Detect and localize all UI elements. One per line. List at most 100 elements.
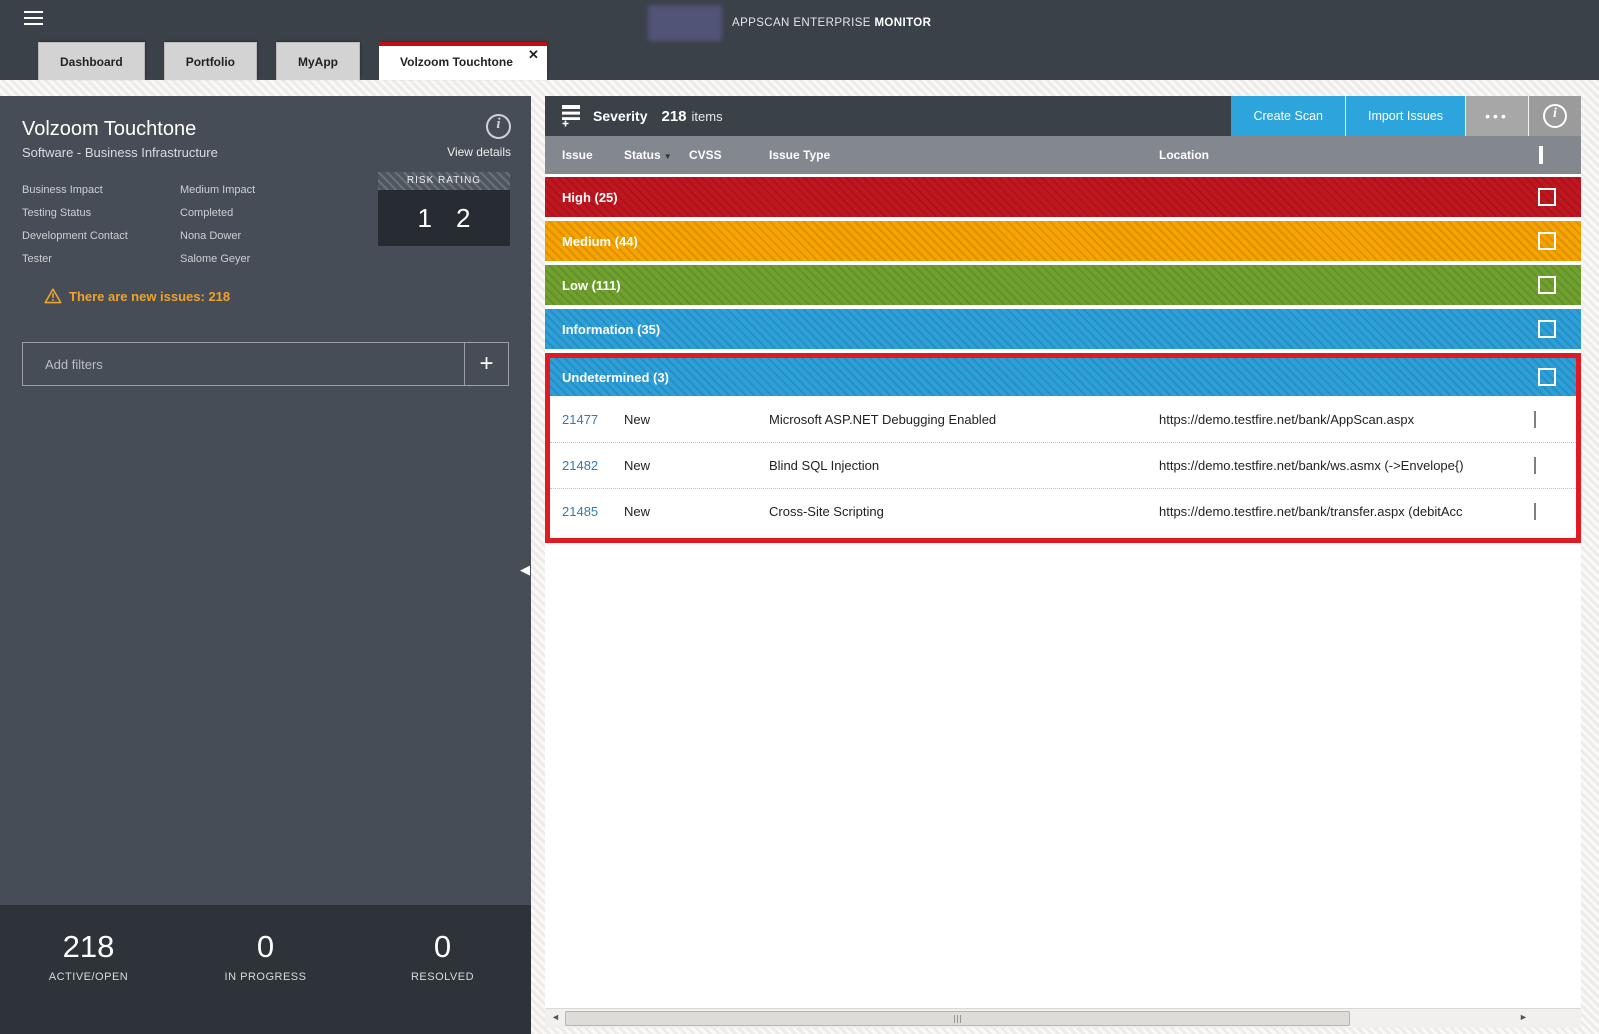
issue-row[interactable]: 21485 New Cross-Site Scripting https://d… bbox=[550, 488, 1576, 534]
field-label: Business Impact bbox=[22, 184, 180, 196]
risk-rating: RISK RATING 1 2 bbox=[378, 172, 510, 246]
info-icon[interactable]: i bbox=[486, 114, 511, 139]
application-subtitle: Software - Business Infrastructure bbox=[22, 145, 218, 160]
severity-view-icon bbox=[561, 105, 581, 127]
view-title: Severity 218 items bbox=[545, 96, 723, 136]
group-checkbox[interactable] bbox=[1538, 320, 1556, 338]
severity-group-medium[interactable]: Medium (44) bbox=[545, 221, 1581, 261]
application-title: Volzoom Touchtone bbox=[22, 118, 196, 141]
stat-in-progress: 0 IN PROGRESS bbox=[177, 905, 354, 1034]
issues-panel-header: Severity 218 items Create Scan Import Is… bbox=[545, 96, 1581, 136]
column-status[interactable]: Status▼ bbox=[624, 148, 689, 162]
scroll-left-arrow-icon[interactable]: ◄ bbox=[551, 1012, 560, 1022]
view-details-link[interactable]: View details bbox=[447, 145, 511, 159]
brand: APPSCAN ENTERPRISE MONITOR bbox=[648, 5, 931, 41]
tab-dashboard[interactable]: Dashboard bbox=[38, 42, 145, 80]
severity-group-information[interactable]: Information (35) bbox=[545, 309, 1581, 349]
tab-bar: Dashboard Portfolio MyApp Volzoom Toucht… bbox=[38, 42, 566, 80]
stat-resolved: 0 RESOLVED bbox=[354, 905, 531, 1034]
severity-group-label: Undetermined (3) bbox=[562, 370, 669, 385]
stat-label: RESOLVED bbox=[354, 971, 531, 983]
column-cvss[interactable]: CVSS bbox=[689, 148, 769, 162]
field-label: Development Contact bbox=[22, 230, 180, 242]
more-actions-button[interactable]: ••• bbox=[1465, 96, 1528, 136]
issue-location: https://demo.testfire.net/bank/ws.asmx (… bbox=[1159, 458, 1534, 473]
issue-row[interactable]: 21477 New Microsoft ASP.NET Debugging En… bbox=[550, 396, 1576, 442]
tab-label: Volzoom Touchtone bbox=[400, 55, 513, 69]
stat-label: ACTIVE/OPEN bbox=[0, 971, 177, 983]
issue-status: New bbox=[624, 458, 689, 473]
issue-row[interactable]: 21482 New Blind SQL Injection https://de… bbox=[550, 442, 1576, 488]
risk-rating-label: RISK RATING bbox=[378, 172, 510, 190]
severity-group-label: Medium (44) bbox=[562, 234, 638, 249]
risk-rating-value-1: 1 bbox=[418, 203, 432, 234]
application-panel: Volzoom Touchtone Software - Business In… bbox=[0, 96, 531, 1034]
hamburger-menu-icon[interactable] bbox=[24, 11, 43, 27]
column-issue-type[interactable]: Issue Type bbox=[769, 148, 1159, 162]
field-label: Tester bbox=[22, 253, 180, 265]
close-tab-icon[interactable]: ✕ bbox=[528, 47, 539, 63]
new-issues-warning: There are new issues: 218 bbox=[44, 288, 230, 304]
row-checkbox[interactable] bbox=[1534, 457, 1536, 474]
warning-triangle-icon bbox=[44, 288, 62, 304]
stat-label: IN PROGRESS bbox=[177, 971, 354, 983]
tab-myapp[interactable]: MyApp bbox=[276, 42, 360, 80]
severity-group-label: Low (111) bbox=[562, 278, 621, 293]
field-value: Completed bbox=[180, 207, 255, 219]
column-location[interactable]: Location bbox=[1159, 148, 1539, 162]
scrollbar-thumb[interactable] bbox=[565, 1011, 1350, 1026]
add-filter-button[interactable]: + bbox=[464, 343, 508, 385]
app-title: APPSCAN ENTERPRISE MONITOR bbox=[732, 17, 931, 29]
issue-id-link[interactable]: 21482 bbox=[562, 458, 624, 473]
new-issues-warning-text: There are new issues: 218 bbox=[69, 289, 230, 304]
tab-volzoom-touchtone[interactable]: Volzoom Touchtone ✕ bbox=[379, 42, 547, 80]
select-all-checkbox[interactable] bbox=[1539, 146, 1543, 164]
add-filters-input[interactable] bbox=[23, 343, 464, 385]
issue-status: New bbox=[624, 412, 689, 427]
scroll-right-arrow-icon[interactable]: ► bbox=[1519, 1012, 1528, 1022]
brand-logo bbox=[648, 5, 722, 41]
column-status-label: Status bbox=[624, 148, 661, 162]
collapse-panel-arrow-icon[interactable]: ◀ bbox=[520, 562, 530, 578]
stat-active-open: 218 ACTIVE/OPEN bbox=[0, 905, 177, 1034]
group-checkbox[interactable] bbox=[1538, 368, 1556, 386]
import-issues-button[interactable]: Import Issues bbox=[1345, 96, 1465, 136]
severity-group-high[interactable]: High (25) bbox=[545, 177, 1581, 217]
group-checkbox[interactable] bbox=[1538, 276, 1556, 294]
field-label: Testing Status bbox=[22, 207, 180, 219]
panel-info-button[interactable]: i bbox=[1528, 96, 1581, 136]
application-fields: Business Impact Medium Impact Testing St… bbox=[22, 178, 255, 270]
issue-status: New bbox=[624, 504, 689, 519]
row-checkbox[interactable] bbox=[1534, 503, 1536, 520]
issue-location: https://demo.testfire.net/bank/AppScan.a… bbox=[1159, 412, 1534, 427]
create-scan-button[interactable]: Create Scan bbox=[1231, 96, 1344, 136]
severity-group-label: High (25) bbox=[562, 190, 618, 205]
horizontal-scrollbar[interactable]: ◄ ► bbox=[545, 1008, 1581, 1028]
items-count-label: items bbox=[692, 109, 723, 124]
risk-rating-value-2: 2 bbox=[456, 203, 470, 234]
sort-descending-icon: ▼ bbox=[664, 152, 672, 161]
tab-portfolio[interactable]: Portfolio bbox=[164, 42, 257, 80]
column-issue[interactable]: Issue bbox=[562, 148, 624, 162]
group-checkbox[interactable] bbox=[1538, 232, 1556, 250]
issue-location: https://demo.testfire.net/bank/transfer.… bbox=[1159, 504, 1534, 519]
issue-type: Cross-Site Scripting bbox=[769, 504, 1159, 519]
severity-group-label: Information (35) bbox=[562, 322, 660, 337]
stat-value: 0 bbox=[177, 929, 354, 965]
items-count: 218 bbox=[661, 108, 686, 125]
issues-panel: Severity 218 items Create Scan Import Is… bbox=[545, 96, 1581, 1028]
group-checkbox[interactable] bbox=[1538, 188, 1556, 206]
issue-id-link[interactable]: 21485 bbox=[562, 504, 624, 519]
filter-bar: + bbox=[22, 342, 509, 386]
stat-value: 0 bbox=[354, 929, 531, 965]
row-checkbox[interactable] bbox=[1534, 411, 1536, 428]
view-name: Severity bbox=[593, 108, 647, 124]
severity-group-low[interactable]: Low (111) bbox=[545, 265, 1581, 305]
issue-id-link[interactable]: 21477 bbox=[562, 412, 624, 427]
risk-rating-values: 1 2 bbox=[378, 190, 510, 246]
table-column-header: Issue Status▼ CVSS Issue Type Location bbox=[545, 136, 1581, 174]
issues-table-body: High (25) Medium (44) Low (111) Informat… bbox=[545, 174, 1581, 1008]
issue-type: Blind SQL Injection bbox=[769, 458, 1159, 473]
severity-group-undetermined[interactable]: Undetermined (3) bbox=[550, 358, 1576, 396]
field-value: Nona Dower bbox=[180, 230, 255, 242]
